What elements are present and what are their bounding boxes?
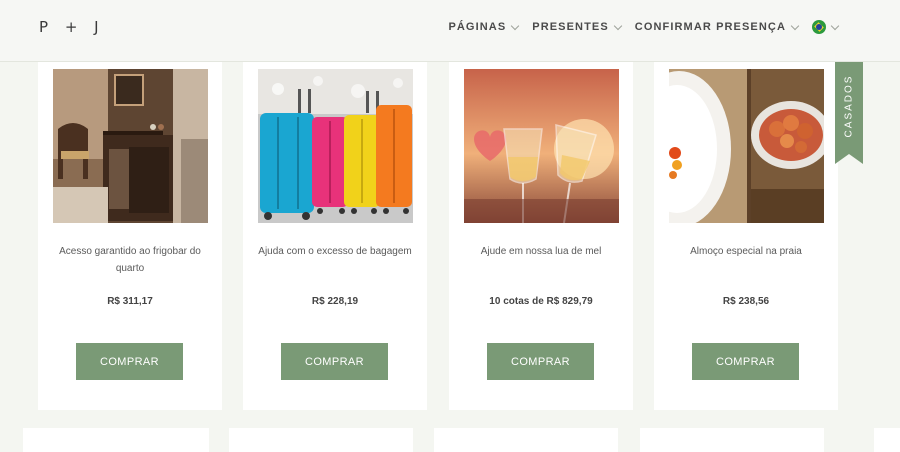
gift-price: R$ 238,56 [722,296,770,307]
gift-card [23,428,209,452]
gift-price: 10 cotas de R$ 829,79 [489,296,593,307]
gift-title: Acesso garantido ao frigobar do quarto [59,246,201,274]
gift-card: Acesso garantido ao frigobar do quarto R… [38,62,222,410]
nav-label: PRESENTES [532,21,609,33]
nav-item-paginas[interactable]: PÁGINAS [448,21,520,33]
nav-label: PÁGINAS [448,21,507,33]
gift-image-suitcases [258,69,413,223]
brazil-flag-icon [812,20,826,34]
gift-card [874,428,900,452]
chevron-down-icon [790,21,800,30]
main-nav: PÁGINAS PRESENTES CONFIRMAR PRESENÇA [434,20,840,34]
chevron-down-icon [830,21,840,30]
casados-ribbon: CASADOS [835,62,863,164]
gift-price: R$ 311,17 [107,296,153,307]
gift-card: Ajuda com o excesso de bagagem R$ 228,19… [243,62,427,410]
nav-item-confirmar-presenca[interactable]: CONFIRMAR PRESENÇA [634,21,800,33]
site-header: P + J PÁGINAS PRESENTES CONFIRMAR PRESEN… [0,0,900,62]
nav-label: CONFIRMAR PRESENÇA [634,21,786,33]
chevron-down-icon [613,21,623,30]
gift-title: Almoço especial na praia [690,246,802,257]
gift-card: Almoço especial na praia R$ 238,56 COMPR… [654,62,838,410]
gift-price: R$ 228,19 [311,296,359,307]
buy-button[interactable]: COMPRAR [76,343,183,380]
site-logo[interactable]: P + J [39,18,105,36]
ribbon-label: CASADOS [843,74,855,138]
buy-button[interactable]: COMPRAR [487,343,594,380]
gift-card [640,428,824,452]
buy-button[interactable]: COMPRAR [692,343,799,380]
gift-title: Ajuda com o excesso de bagagem [258,246,412,257]
gift-card [434,428,618,452]
language-selector[interactable] [812,20,840,34]
gift-card: Ajude em nossa lua de mel 10 cotas de R$… [449,62,633,410]
nav-item-presentes[interactable]: PRESENTES [532,21,623,33]
chevron-down-icon [511,21,520,30]
gift-image-lunch [669,69,824,223]
gift-image-hotel-room [53,69,208,223]
gift-image-wine-glasses [464,69,619,223]
gift-card [229,428,413,452]
gift-title: Ajude em nossa lua de mel [480,246,602,257]
buy-button[interactable]: COMPRAR [281,343,388,380]
